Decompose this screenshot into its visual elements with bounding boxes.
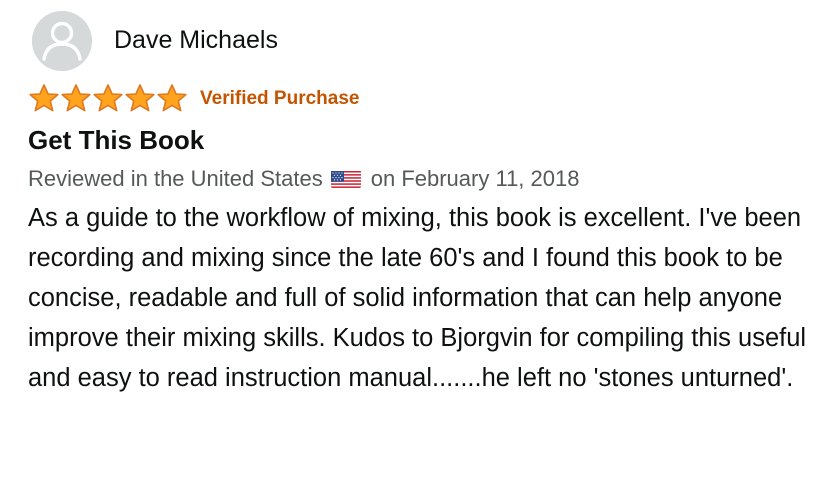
star-icon — [61, 84, 91, 112]
review-date: on February 11, 2018 — [370, 166, 580, 191]
review-body: As a guide to the workflow of mixing, th… — [28, 204, 807, 392]
star-icon — [29, 84, 59, 112]
rating-row: Verified Purchase — [28, 82, 808, 114]
reviewer-profile[interactable]: Dave Michaels — [28, 10, 808, 72]
star-icon — [157, 84, 187, 112]
us-flag-icon — [330, 169, 361, 189]
verified-purchase-badge[interactable]: Verified Purchase — [200, 88, 359, 110]
star-icon — [125, 84, 155, 112]
review-location: Reviewed in the United States — [28, 166, 323, 191]
review-meta: Reviewed in the United States on Februar… — [28, 164, 808, 194]
star-icon — [93, 84, 123, 112]
default-avatar-icon — [32, 11, 92, 71]
customer-review: Dave Michaels Verified Purchase Get This… — [28, 10, 808, 398]
reviewer-name[interactable]: Dave Michaels — [114, 26, 278, 55]
star-rating[interactable] — [28, 83, 188, 113]
review-title[interactable]: Get This Book — [28, 124, 808, 156]
